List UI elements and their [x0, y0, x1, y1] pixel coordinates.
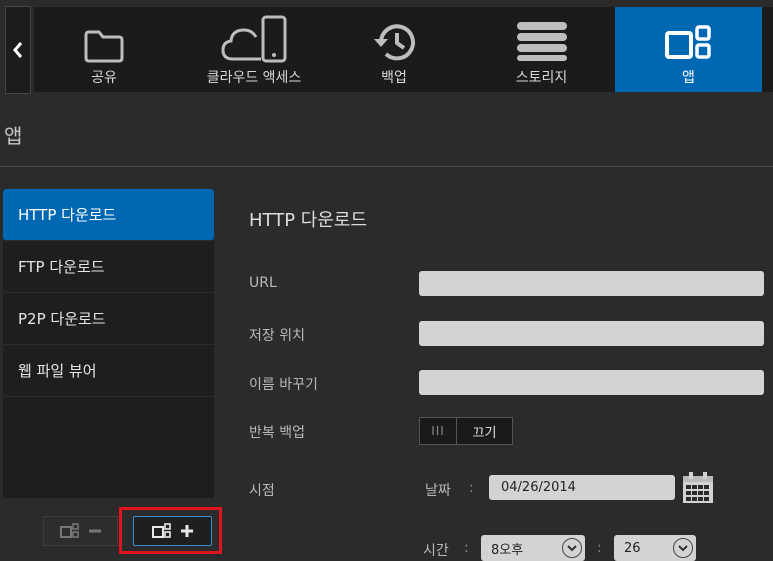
time-label: 시간 — [423, 543, 449, 559]
hour-select[interactable]: 8오후 — [481, 535, 585, 561]
sidebar-item-label: HTTP 다운로드 — [18, 206, 117, 224]
page-title: 앱 — [4, 124, 23, 148]
chevron-left-icon — [13, 42, 23, 58]
repeat-backup-toggle[interactable]: III 끄기 — [419, 417, 513, 445]
nav-item-cloud-access[interactable]: 클라우드 액세스 — [174, 7, 334, 92]
calendar-icon[interactable] — [682, 472, 714, 504]
colon: : — [469, 480, 474, 496]
minus-icon — [88, 529, 101, 533]
storage-stack-icon — [516, 22, 567, 61]
nav-item-apps[interactable]: 앱 — [615, 7, 762, 92]
colon: : — [597, 540, 602, 556]
nav-item-share[interactable]: 공유 — [34, 7, 174, 92]
sidebar-item-ftp-download[interactable]: FTP 다운로드 — [3, 241, 214, 293]
save-location-input[interactable] — [419, 321, 764, 346]
chevron-down-icon — [673, 538, 693, 558]
app-sidebar: HTTP 다운로드 FTP 다운로드 P2P 다운로드 웹 파일 뷰어 — [3, 189, 214, 498]
colon: : — [464, 540, 469, 556]
toggle-on[interactable]: III — [420, 418, 457, 444]
url-input[interactable] — [419, 271, 764, 296]
url-label: URL — [249, 275, 277, 291]
nav-label: 클라우드 액세스 — [206, 70, 302, 86]
chevron-down-icon — [562, 538, 582, 558]
sidebar-item-web-file-viewer[interactable]: 웹 파일 뷰어 — [3, 345, 214, 397]
save-location-label: 저장 위치 — [249, 328, 305, 344]
cloud-phone-icon — [221, 15, 287, 63]
history-icon — [374, 24, 415, 61]
rename-label: 이름 바꾸기 — [249, 377, 318, 393]
rename-input[interactable] — [419, 370, 764, 395]
nav-label: 공유 — [91, 70, 117, 86]
minute-value: 26 — [624, 540, 641, 556]
highlight-box — [119, 507, 222, 554]
apps-icon — [664, 25, 711, 59]
nav-label: 백업 — [381, 70, 407, 86]
sidebar-item-p2p-download[interactable]: P2P 다운로드 — [3, 293, 214, 345]
nav-label: 앱 — [682, 70, 695, 86]
date-label: 날짜 — [425, 483, 451, 499]
date-input[interactable]: 04/26/2014 — [489, 475, 675, 500]
nav-strip: 공유 클라우드 액세스 백업 스토리지 앱 — [34, 7, 773, 92]
nav-item-backup[interactable]: 백업 — [334, 7, 454, 92]
content-title: HTTP 다운로드 — [249, 210, 368, 231]
back-button[interactable] — [5, 6, 31, 94]
minute-select[interactable]: 26 — [614, 535, 696, 561]
schedule-label: 시점 — [249, 483, 275, 499]
folder-icon — [84, 30, 124, 63]
hour-value: 8오후 — [491, 542, 524, 558]
nav-label: 스토리지 — [515, 70, 568, 86]
repeat-backup-label: 반복 백업 — [249, 425, 305, 441]
sidebar-item-label: FTP 다운로드 — [18, 258, 105, 276]
sidebar-item-label: 웹 파일 뷰어 — [18, 362, 97, 380]
sidebar-item-http-download[interactable]: HTTP 다운로드 — [3, 189, 214, 241]
sidebar-item-label: P2P 다운로드 — [18, 310, 106, 328]
apps-icon — [59, 523, 79, 538]
top-navigation: 공유 클라우드 액세스 백업 스토리지 앱 — [0, 0, 773, 96]
remove-app-button[interactable] — [43, 516, 118, 546]
toggle-off[interactable]: 끄기 — [457, 418, 512, 444]
divider — [0, 166, 773, 167]
nav-item-storage[interactable]: 스토리지 — [474, 7, 609, 92]
